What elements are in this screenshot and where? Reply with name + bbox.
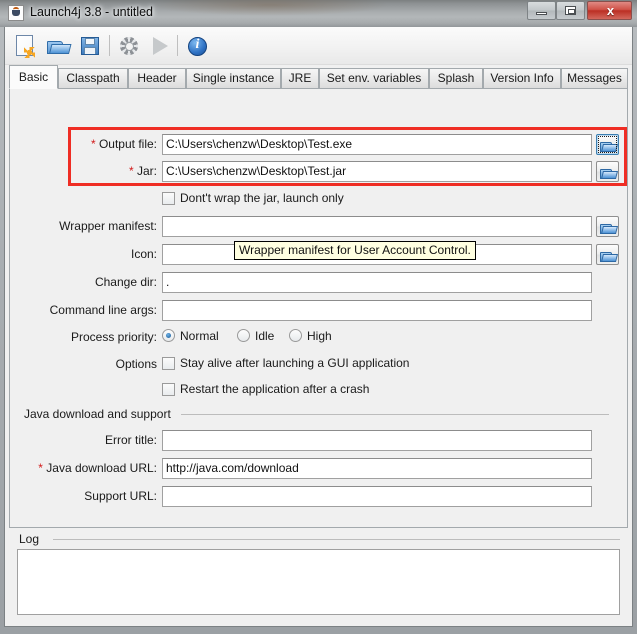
close-icon: x bbox=[606, 3, 615, 18]
priority-normal-radio[interactable] bbox=[162, 329, 175, 342]
support-url-input[interactable] bbox=[162, 486, 592, 507]
restart-on-crash-label: Restart the application after a crash bbox=[180, 382, 370, 396]
log-textarea[interactable] bbox=[17, 549, 620, 615]
restart-on-crash-checkbox[interactable] bbox=[162, 383, 175, 396]
stay-alive-checkbox[interactable] bbox=[162, 357, 175, 370]
wrapper-manifest-browse-button[interactable] bbox=[596, 216, 619, 237]
launch4j-window: Launch4j 3.8 - untitled x i Basic Classp… bbox=[0, 0, 637, 634]
priority-high-radio[interactable] bbox=[289, 329, 302, 342]
toolbar-separator bbox=[109, 35, 110, 56]
wrapper-manifest-input[interactable] bbox=[162, 216, 592, 237]
priority-normal-label: Normal bbox=[180, 329, 219, 343]
tab-classpath[interactable]: Classpath bbox=[58, 68, 128, 89]
toolbar: i bbox=[5, 27, 632, 65]
open-folder-icon bbox=[47, 38, 72, 54]
wrapper-manifest-tooltip: Wrapper manifest for User Account Contro… bbox=[234, 241, 476, 260]
error-title-label: Error title: bbox=[104, 433, 157, 447]
save-file-button[interactable] bbox=[76, 32, 104, 60]
maximize-button[interactable] bbox=[556, 1, 585, 20]
java-group-title: Java download and support bbox=[24, 407, 176, 421]
minimize-button[interactable] bbox=[527, 1, 556, 20]
dont-wrap-checkbox[interactable] bbox=[162, 192, 175, 205]
command-line-args-input[interactable] bbox=[162, 300, 592, 321]
tab-set-env-variables[interactable]: Set env. variables bbox=[319, 68, 429, 89]
run-button[interactable] bbox=[146, 32, 174, 60]
java-download-url-label: * Java download URL: bbox=[38, 461, 157, 475]
options-label: Options bbox=[115, 357, 157, 371]
command-line-args-label: Command line args: bbox=[49, 303, 157, 317]
open-file-button[interactable] bbox=[44, 32, 72, 60]
tab-jre[interactable]: JRE bbox=[281, 68, 319, 89]
tab-version-info[interactable]: Version Info bbox=[483, 68, 561, 89]
build-settings-button[interactable] bbox=[115, 32, 143, 60]
output-file-label: * Output file: bbox=[90, 137, 157, 151]
log-group-divider bbox=[53, 539, 620, 540]
tab-single-instance[interactable]: Single instance bbox=[186, 68, 281, 89]
gear-icon bbox=[120, 37, 138, 55]
output-file-input[interactable]: C:\Users\chenzw\Desktop\Test.exe bbox=[162, 134, 592, 155]
icon-label: Icon: bbox=[130, 247, 157, 261]
java-download-url-input[interactable]: http://java.com/download bbox=[162, 458, 592, 479]
browse-folder-icon bbox=[600, 222, 618, 234]
save-disk-icon bbox=[81, 37, 99, 55]
tab-splash[interactable]: Splash bbox=[429, 68, 483, 89]
close-button[interactable]: x bbox=[587, 1, 632, 20]
title-bar: Launch4j 3.8 - untitled x bbox=[0, 0, 637, 27]
play-icon bbox=[153, 37, 168, 55]
java-group-divider bbox=[181, 414, 609, 415]
jar-browse-button[interactable] bbox=[596, 161, 619, 182]
tab-messages[interactable]: Messages bbox=[561, 68, 628, 89]
process-priority-label: Process priority: bbox=[70, 330, 157, 344]
output-file-browse-button[interactable] bbox=[596, 134, 619, 155]
jar-input[interactable]: C:\Users\chenzw\Desktop\Test.jar bbox=[162, 161, 592, 182]
browse-folder-icon bbox=[600, 140, 618, 152]
error-title-input[interactable] bbox=[162, 430, 592, 451]
info-icon: i bbox=[188, 37, 207, 56]
java-cup-icon bbox=[8, 5, 24, 21]
new-file-button[interactable] bbox=[11, 32, 39, 60]
dont-wrap-label: Dont't wrap the jar, launch only bbox=[180, 191, 344, 205]
tab-strip: Basic Classpath Header Single instance J… bbox=[5, 64, 632, 89]
log-group: Log bbox=[9, 532, 628, 622]
stay-alive-label: Stay alive after launching a GUI applica… bbox=[180, 356, 410, 370]
client-area: i Basic Classpath Header Single instance… bbox=[4, 27, 633, 627]
tab-basic[interactable]: Basic bbox=[9, 65, 58, 89]
change-dir-input[interactable]: . bbox=[162, 272, 592, 293]
required-marker: * bbox=[38, 461, 43, 475]
required-marker: * bbox=[128, 164, 134, 178]
log-group-title: Log bbox=[19, 532, 45, 546]
priority-high-label: High bbox=[307, 329, 332, 343]
jar-label: * Jar: bbox=[128, 164, 157, 178]
icon-browse-button[interactable] bbox=[596, 244, 619, 265]
browse-folder-icon bbox=[600, 250, 618, 262]
change-dir-label: Change dir: bbox=[94, 275, 157, 289]
support-url-label: Support URL: bbox=[84, 489, 157, 503]
browse-folder-icon bbox=[600, 167, 618, 179]
window-title: Launch4j 3.8 - untitled bbox=[30, 5, 154, 19]
priority-idle-radio[interactable] bbox=[237, 329, 250, 342]
required-marker: * bbox=[90, 137, 96, 151]
basic-tab-panel: * Output file: C:\Users\chenzw\Desktop\T… bbox=[9, 88, 628, 528]
toolbar-separator-2 bbox=[177, 35, 178, 56]
tab-header[interactable]: Header bbox=[128, 68, 186, 89]
about-button[interactable]: i bbox=[183, 32, 211, 60]
priority-idle-label: Idle bbox=[255, 329, 275, 343]
wrapper-manifest-label: Wrapper manifest: bbox=[59, 219, 157, 233]
new-file-icon bbox=[16, 35, 35, 58]
